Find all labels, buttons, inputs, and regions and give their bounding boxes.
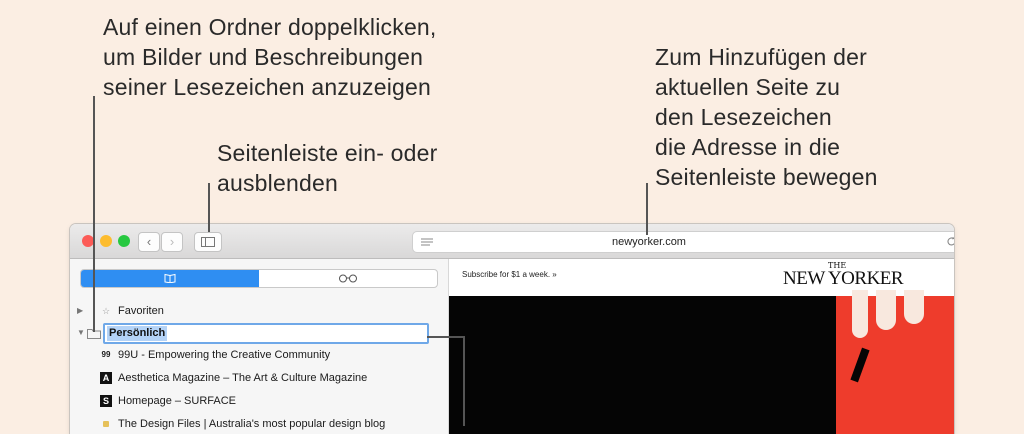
sidebar-item-personal[interactable]: ▼ Persönlich: [70, 322, 448, 344]
favicon-99u: 99: [101, 350, 111, 359]
bookmark-label: Homepage – SURFACE: [118, 395, 236, 407]
disclosure-triangle-icon[interactable]: ▶: [77, 300, 83, 322]
leader-line-drop-horizontal: [427, 336, 465, 338]
safari-window: ‹ › newyorker.com ▶ ☆ Favoriten ▼ Persön…: [70, 224, 954, 434]
disclosure-triangle-open-icon[interactable]: ▼: [77, 322, 85, 344]
illustration-shape: [852, 290, 868, 338]
folder-name-input[interactable]: Persönlich: [103, 323, 429, 344]
callout-sidebar-toggle: Seitenleiste ein- oder ausblenden: [217, 140, 438, 196]
reload-icon[interactable]: [946, 236, 954, 247]
bookmark-label: Aesthetica Magazine – The Art & Culture …: [118, 372, 368, 384]
reader-lines-icon: [421, 238, 433, 246]
new-yorker-logo[interactable]: NEW YORKER: [783, 268, 904, 290]
chevron-left-icon: ‹: [146, 234, 152, 249]
sidebar-item-label: Favoriten: [118, 305, 164, 317]
book-icon: [164, 273, 176, 284]
bookmark-label: 99U - Empowering the Creative Community: [118, 349, 331, 361]
title-bar: ‹ › newyorker.com: [70, 224, 954, 259]
forward-button[interactable]: ›: [161, 232, 183, 252]
bookmark-item[interactable]: A Aesthetica Magazine – The Art & Cultur…: [70, 367, 448, 389]
illustration-shape: [876, 290, 896, 330]
sidebar-item-favorites[interactable]: ▶ ☆ Favoriten: [70, 300, 448, 322]
bookmark-item[interactable]: S Homepage – SURFACE: [70, 390, 448, 412]
address-url: newyorker.com: [612, 236, 686, 248]
leader-line-drop-vertical: [463, 336, 465, 426]
zoom-button[interactable]: [118, 235, 130, 247]
star-folder-icon: ☆: [101, 306, 111, 316]
illustration-shape: [904, 290, 924, 324]
tab-reading-list[interactable]: [259, 270, 437, 287]
illustration-shape: [850, 347, 870, 383]
favicon-surface: S: [100, 395, 112, 407]
folder-name-selection: Persönlich: [107, 326, 168, 341]
web-content: Subscribe for $1 a week. » THE NEW YORKE…: [449, 259, 954, 434]
hero-illustration: [836, 290, 954, 434]
callout-folder-doubleclick: Auf einen Ordner doppelklicken, um Bilde…: [103, 14, 437, 100]
sidebar-toggle-button[interactable]: [194, 232, 222, 252]
back-button[interactable]: ‹: [138, 232, 160, 252]
favicon-design-files: [103, 421, 109, 427]
leader-line-sidebar: [208, 183, 210, 232]
bookmarks-sidebar: ▶ ☆ Favoriten ▼ Persönlich 99 99U - Empo…: [70, 259, 449, 434]
address-bar[interactable]: newyorker.com: [412, 231, 954, 253]
glasses-icon: [339, 274, 357, 283]
favicon-aesthetica: A: [100, 372, 112, 384]
minimize-button[interactable]: [100, 235, 112, 247]
sidebar-icon: [201, 237, 215, 247]
sidebar-segmented-control: [80, 269, 438, 288]
tab-bookmarks[interactable]: [81, 270, 259, 287]
callout-add-bookmark: Zum Hinzufügen der aktuellen Seite zu de…: [655, 44, 878, 190]
chevron-right-icon: ›: [169, 234, 175, 249]
leader-line-folder: [93, 96, 95, 332]
leader-line-address: [646, 183, 648, 235]
bookmark-item[interactable]: 99 99U - Empowering the Creative Communi…: [70, 344, 448, 366]
subscribe-link[interactable]: Subscribe for $1 a week. »: [462, 270, 557, 279]
